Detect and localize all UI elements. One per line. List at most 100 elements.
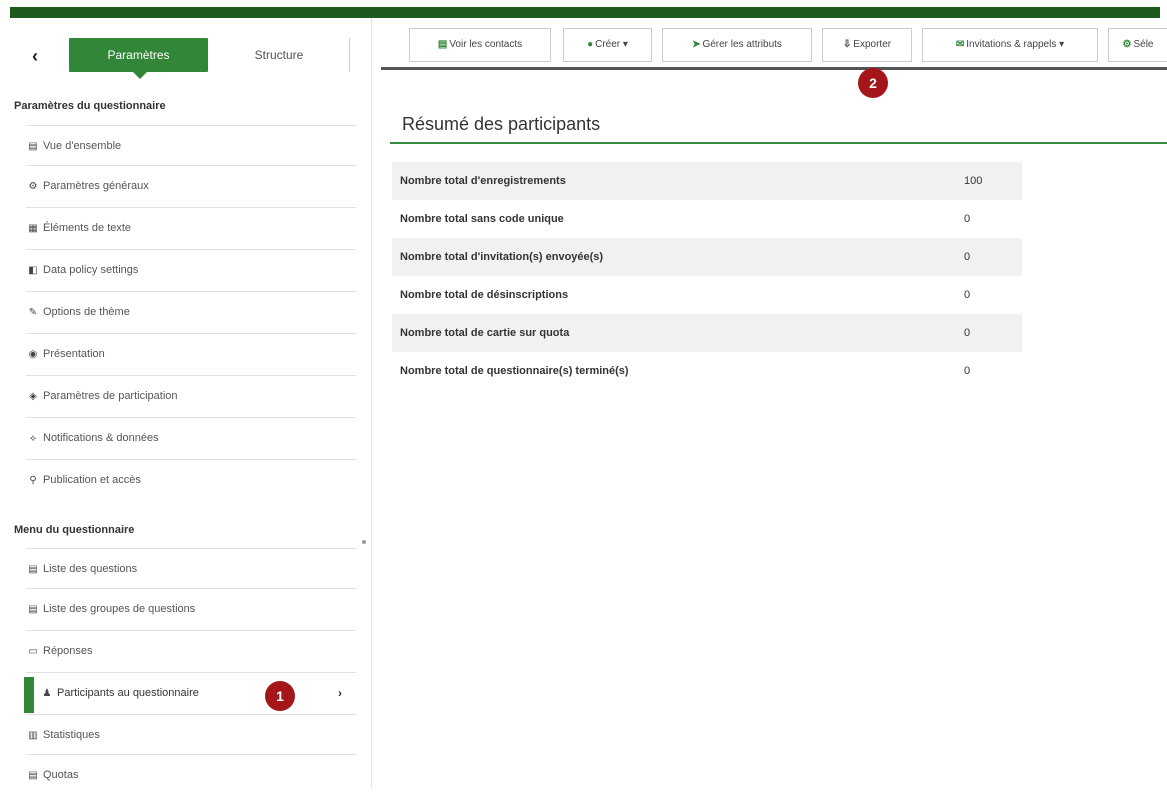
button-label: Exporter: [853, 39, 892, 50]
sidebar-header: ‹ Paramètres Structure: [12, 18, 371, 86]
gear-icon: ⚙: [1122, 39, 1132, 50]
title-divider: [390, 142, 1167, 144]
sidebar-item-statistics[interactable]: ▥ Statistiques: [26, 714, 356, 754]
sidebar-item-label: Réponses: [43, 645, 93, 657]
create-button[interactable]: ● Créer ▾: [563, 28, 652, 62]
sidebar-item-label: Vue d'ensemble: [43, 140, 122, 152]
sidebar-item-participants[interactable]: ♟ Participants au questionnaire ›: [24, 672, 356, 713]
export-button[interactable]: ⇩ Exporter: [822, 28, 912, 62]
users-icon: ◈: [29, 391, 37, 402]
sidebar-item-label: Statistiques: [43, 729, 100, 741]
sidebar-item-responses[interactable]: ▭ Réponses: [26, 630, 356, 670]
view-contacts-button[interactable]: ▤ Voir les contacts: [409, 28, 551, 62]
resize-handle[interactable]: [362, 540, 366, 544]
annotation-badge-1: 1: [265, 681, 295, 711]
sidebar-item-question-list[interactable]: ▤ Liste des questions: [26, 548, 356, 588]
arrow-icon: ➤: [692, 39, 701, 50]
row-value: 0: [964, 289, 971, 301]
sidebar-item-text-elements[interactable]: ▦ Éléments de texte: [26, 207, 356, 247]
row-label: Nombre total de cartie sur quota: [392, 314, 956, 352]
row-label: Nombre total de désinscriptions: [400, 289, 569, 301]
row-label: Nombre total de questionnaire(s) terminé…: [400, 365, 629, 377]
feed-icon: ⟡: [29, 433, 37, 444]
sidebar-item-general-settings[interactable]: ⚙ Paramètres généraux: [26, 165, 356, 205]
sidebar-item-theme-options[interactable]: ✎ Options de thème: [26, 291, 356, 331]
button-label: Créer ▾: [595, 39, 628, 50]
select-button[interactable]: ⚙ Séle: [1108, 28, 1167, 62]
user-icon: ♟: [42, 688, 52, 699]
export-icon: ⇩: [842, 39, 852, 50]
sidebar-item-label: Paramètres généraux: [43, 180, 149, 192]
button-label: Séle: [1133, 39, 1154, 50]
list-icon: ▤: [28, 770, 38, 781]
list-icon: ▤: [28, 564, 38, 575]
row-label: Nombre total sans code unique: [400, 213, 564, 225]
shield-icon: ◧: [28, 265, 38, 276]
sidebar-item-publication[interactable]: ⚲ Publication et accès: [26, 459, 356, 499]
page-title: Résumé des participants: [402, 114, 601, 134]
row-value: 0: [956, 314, 1022, 352]
sidebar-item-notifications[interactable]: ⟡ Notifications & données: [26, 417, 356, 457]
table-row: Nombre total de questionnaire(s) terminé…: [392, 352, 1022, 390]
sidebar-item-label: Publication et accès: [43, 474, 141, 486]
sidebar-item-label: Présentation: [43, 348, 105, 360]
table-row: Nombre total d'invitation(s) envoyée(s) 0: [392, 238, 1022, 276]
row-value: 0: [956, 238, 1022, 276]
top-bar-strip: [10, 7, 1160, 18]
plus-circle-icon: ●: [587, 39, 594, 50]
paintbrush-icon: ✎: [28, 307, 38, 318]
sidebar-item-label: Data policy settings: [43, 264, 139, 276]
header-divider: [349, 38, 350, 72]
comment-icon: ▭: [28, 646, 38, 657]
list-icon: ▤: [437, 39, 448, 50]
sidebar-item-label: Liste des questions: [43, 563, 138, 575]
manage-attributes-button[interactable]: ➤ Gérer les attributs: [662, 28, 812, 62]
table-row: Nombre total sans code unique 0: [392, 200, 1022, 238]
sidebar: ‹ Paramètres Structure Paramètres du que…: [12, 18, 372, 787]
eye-icon: ◉: [28, 349, 38, 360]
sidebar-item-label: Options de thème: [43, 306, 130, 318]
sidebar-item-overview[interactable]: ▤ Vue d'ensemble: [26, 125, 356, 165]
sidebar-item-label: Participants au questionnaire: [57, 687, 199, 699]
chevron-right-icon[interactable]: ›: [338, 673, 342, 713]
sidebar-item-question-groups[interactable]: ▤ Liste des groupes de questions: [26, 588, 356, 628]
row-value: 100: [956, 162, 1022, 200]
button-label: Invitations & rappels ▾: [966, 39, 1065, 50]
top-bar: [0, 0, 1167, 18]
participants-summary-table: Nombre total d'enregistrements 100 Nombre…: [392, 162, 1022, 390]
row-value: 0: [964, 213, 971, 225]
section-title-menu: Menu du questionnaire: [14, 524, 135, 536]
invitations-reminders-button[interactable]: ✉ Invitations & rappels ▾: [922, 28, 1098, 62]
section-title-settings: Paramètres du questionnaire: [14, 100, 166, 112]
sidebar-item-participation-settings[interactable]: ◈ Paramètres de participation: [26, 375, 356, 415]
sidebar-item-label: Éléments de texte: [43, 222, 132, 234]
row-label: Nombre total d'enregistrements: [392, 162, 956, 200]
sidebar-item-data-policy[interactable]: ◧ Data policy settings: [26, 249, 356, 289]
button-label: Gérer les attributs: [702, 39, 782, 50]
row-label: Nombre total d'invitation(s) envoyée(s): [392, 238, 956, 276]
button-label: Voir les contacts: [449, 39, 523, 50]
annotation-badge-2: 2: [858, 68, 888, 98]
back-chevron-icon[interactable]: ‹: [28, 46, 42, 66]
sidebar-item-presentation[interactable]: ◉ Présentation: [26, 333, 356, 373]
table-row: Nombre total de cartie sur quota 0: [392, 314, 1022, 352]
gears-icon: ⚙: [28, 181, 38, 192]
sidebar-item-label: Paramètres de participation: [43, 390, 178, 402]
envelope-icon: ✉: [955, 39, 965, 50]
row-value: 0: [964, 365, 971, 377]
toolbar: ▤ Voir les contacts ● Créer ▾ ➤ Gérer les a…: [381, 28, 1167, 70]
bar-chart-icon: ▥: [28, 730, 38, 741]
text-elements-icon: ▦: [28, 223, 38, 234]
key-icon: ⚲: [29, 475, 37, 486]
tab-parametres[interactable]: Paramètres: [69, 38, 208, 79]
sidebar-item-label: Notifications & données: [43, 432, 159, 444]
table-row: Nombre total d'enregistrements 100: [392, 162, 1022, 200]
sidebar-item-label: Liste des groupes de questions: [43, 603, 196, 615]
list-icon: ▤: [28, 604, 38, 615]
main-content: ▤ Voir les contacts ● Créer ▾ ➤ Gérer les a…: [372, 18, 1167, 787]
sidebar-item-label: Quotas: [43, 769, 79, 781]
sidebar-item-quotas[interactable]: ▤ Quotas: [26, 754, 356, 794]
list-icon: ▤: [28, 141, 38, 152]
tab-structure[interactable]: Structure: [234, 38, 324, 72]
table-row: Nombre total de désinscriptions 0: [392, 276, 1022, 314]
